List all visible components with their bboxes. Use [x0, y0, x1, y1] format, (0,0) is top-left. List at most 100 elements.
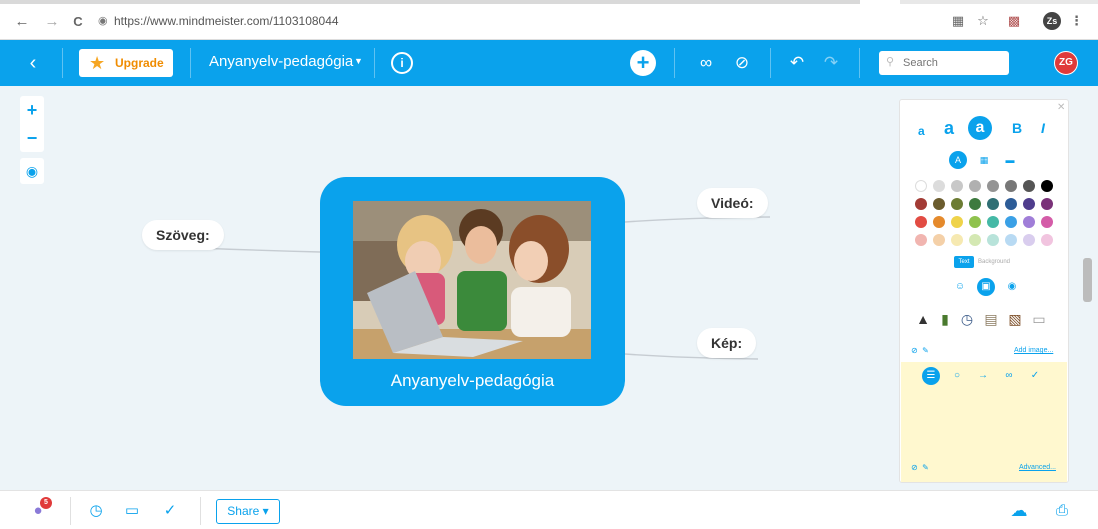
node-szoveg[interactable]: Szöveg: — [142, 220, 224, 250]
translate-icon[interactable]: ▦ — [950, 12, 966, 30]
remove-note-icon[interactable]: ⊘ — [911, 463, 918, 472]
color-swatch[interactable] — [1041, 234, 1053, 246]
address-bar[interactable]: https://www.mindmeister.com/1103108044 — [114, 14, 339, 28]
color-swatch[interactable] — [1005, 198, 1017, 210]
style-mode-tabs: A ▦ ▬ — [947, 151, 1027, 169]
color-swatch[interactable] — [1023, 198, 1035, 210]
lock-icon: ◉ — [98, 15, 108, 27]
edit-image-icon[interactable]: ✎ — [922, 346, 929, 355]
color-swatch[interactable] — [915, 180, 927, 192]
task-check-icon[interactable]: ✓ — [1026, 367, 1044, 385]
color-swatch[interactable] — [1041, 216, 1053, 228]
graduation-cap-icon[interactable]: ▲ — [914, 310, 932, 328]
close-icon[interactable]: ✕ — [1057, 102, 1065, 113]
browser-menu-icon[interactable]: ⋮ — [1070, 12, 1083, 30]
color-swatch[interactable] — [915, 234, 927, 246]
color-swatch[interactable] — [951, 198, 963, 210]
share-button[interactable]: Share ▾ — [216, 499, 280, 524]
remove-image-icon[interactable]: ⊘ — [911, 346, 918, 355]
browser-reload-icon[interactable]: C — [70, 14, 86, 30]
color-swatch[interactable] — [915, 216, 927, 228]
color-swatch[interactable] — [969, 216, 981, 228]
color-swatch[interactable] — [915, 198, 927, 210]
color-swatch[interactable] — [933, 198, 945, 210]
emoji-icon[interactable]: ☺ — [951, 278, 969, 296]
children-with-laptop-image — [353, 201, 591, 359]
color-swatch[interactable] — [987, 234, 999, 246]
browser-back-icon[interactable]: ← — [14, 14, 30, 30]
add-node-button[interactable]: + — [630, 50, 656, 76]
briefcase-icon[interactable]: ▧ — [1006, 310, 1024, 328]
tasks-check-icon[interactable]: ✓ — [160, 501, 180, 521]
arrow-link-icon[interactable]: → — [974, 367, 992, 385]
camera-icon[interactable]: ◉ — [1003, 278, 1021, 296]
color-swatch[interactable] — [969, 198, 981, 210]
bookmark-star-icon[interactable]: ☆ — [975, 12, 991, 30]
color-swatch[interactable] — [1023, 180, 1035, 192]
color-swatch[interactable] — [1023, 234, 1035, 246]
text-style-icon[interactable]: A — [949, 151, 967, 169]
color-swatch[interactable] — [933, 216, 945, 228]
link-icon[interactable]: ∞ — [1000, 367, 1018, 385]
color-swatch[interactable] — [933, 234, 945, 246]
back-chevron-icon[interactable]: ‹ — [22, 52, 44, 74]
text-color-tab[interactable]: Text — [954, 256, 974, 268]
bold-button[interactable]: B — [1012, 120, 1022, 136]
advanced-link[interactable]: Advanced... — [1019, 464, 1056, 471]
node-kep[interactable]: Kép: — [697, 328, 757, 358]
browser-profile-avatar[interactable]: Zs — [1043, 12, 1061, 30]
font-size-medium-button[interactable]: a — [944, 118, 954, 139]
node-video[interactable]: Videó: — [697, 188, 768, 218]
user-avatar[interactable]: ZG — [1054, 51, 1078, 75]
upgrade-button[interactable]: ★ Upgrade — [79, 49, 173, 77]
presentation-icon[interactable]: ▭ — [122, 501, 142, 521]
connect-icon[interactable]: ∞ — [694, 52, 718, 74]
node-style-icon[interactable]: ▦ — [975, 151, 993, 169]
color-swatch[interactable] — [933, 180, 945, 192]
clock-icon[interactable]: ◷ — [958, 310, 976, 328]
color-swatch[interactable] — [1023, 216, 1035, 228]
remove-icon[interactable]: ⊘ — [730, 52, 754, 74]
print-icon[interactable]: ⎙ — [1052, 501, 1072, 521]
open-book-icon[interactable]: ▤ — [982, 310, 1000, 328]
green-book-icon[interactable]: ▮ — [936, 310, 954, 328]
search-icon: ⚲ — [886, 56, 895, 68]
color-swatch[interactable] — [987, 216, 999, 228]
browser-forward-icon[interactable]: → — [44, 14, 60, 30]
color-swatch[interactable] — [1005, 234, 1017, 246]
info-icon[interactable]: i — [391, 52, 413, 74]
add-image-link[interactable]: Add image... — [1014, 347, 1053, 354]
color-swatch[interactable] — [969, 234, 981, 246]
font-size-small-button[interactable]: a — [918, 124, 925, 138]
color-swatch[interactable] — [1041, 180, 1053, 192]
italic-button[interactable]: I — [1041, 120, 1045, 136]
search-input[interactable] — [879, 51, 1009, 75]
color-swatch[interactable] — [951, 180, 963, 192]
background-color-tab[interactable]: Background — [978, 256, 1010, 268]
shape-style-icon[interactable]: ▬ — [1001, 151, 1019, 169]
download-cloud-icon[interactable]: ☁ — [1009, 501, 1029, 521]
image-icon[interactable]: ▣ — [977, 278, 995, 296]
id-card-icon[interactable]: ▭ — [1030, 310, 1048, 328]
note-icon[interactable]: ☰ — [922, 367, 940, 385]
color-swatch[interactable] — [1041, 198, 1053, 210]
color-swatch[interactable] — [1005, 216, 1017, 228]
font-size-large-button[interactable]: a — [968, 116, 992, 140]
edit-note-icon[interactable]: ✎ — [922, 463, 929, 472]
scrollbar-thumb[interactable] — [1083, 258, 1092, 302]
color-swatch[interactable] — [987, 198, 999, 210]
color-swatch[interactable] — [969, 180, 981, 192]
color-swatch[interactable] — [951, 234, 963, 246]
color-swatch[interactable] — [1005, 180, 1017, 192]
history-icon[interactable]: ◷ — [86, 501, 106, 521]
color-swatch[interactable] — [987, 180, 999, 192]
map-title[interactable]: Anyanyelv-pedagógia — [209, 53, 353, 70]
comment-icon[interactable]: ○ — [948, 367, 966, 385]
caret-down-icon[interactable]: ▼ — [354, 56, 363, 66]
color-swatch[interactable] — [951, 216, 963, 228]
root-node[interactable]: Anyanyelv-pedagógia — [320, 177, 625, 406]
extension-icon[interactable]: ▩ — [1006, 12, 1022, 30]
redo-icon[interactable]: ↷ — [819, 52, 843, 74]
tab-strip-right — [900, 0, 1098, 4]
undo-icon[interactable]: ↶ — [785, 52, 809, 74]
